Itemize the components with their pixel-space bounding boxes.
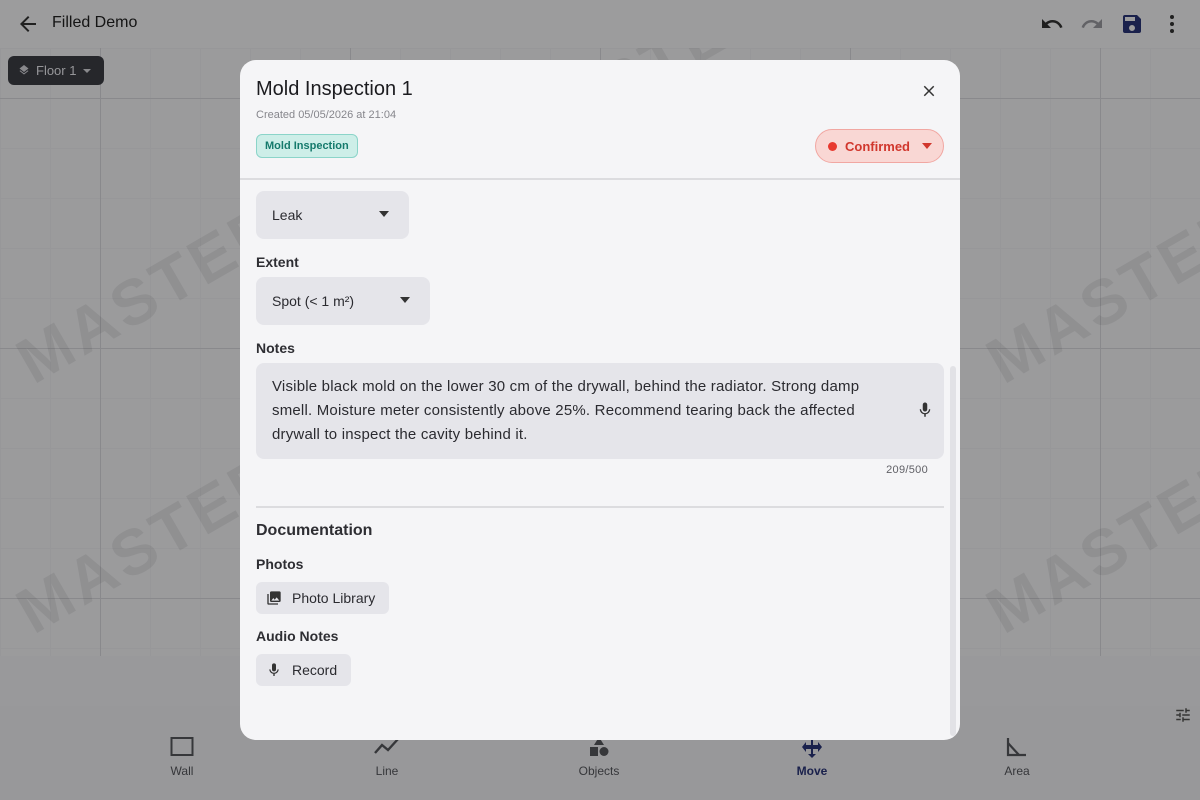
cause-select[interactable]: Leak — [256, 191, 409, 239]
photo-library-label: Photo Library — [292, 590, 376, 606]
caret-down-icon — [379, 211, 389, 217]
cause-select-value: Leak — [272, 207, 303, 223]
extent-select-value: Spot (< 1 m²) — [272, 293, 355, 309]
caret-down-icon — [922, 143, 932, 149]
dictation-mic-icon[interactable] — [916, 399, 934, 421]
dialog-title: Mold Inspection 1 — [256, 78, 413, 100]
close-button[interactable] — [916, 78, 942, 104]
photo-library-icon — [267, 591, 281, 605]
caret-down-icon — [400, 297, 410, 303]
status-dot — [828, 141, 837, 151]
notes-character-counter: 209/500 — [886, 464, 928, 476]
record-button[interactable]: Record — [256, 654, 352, 686]
close-icon — [923, 85, 935, 97]
inspection-dialog: Mold Inspection 1 Created 05/05/2026 at … — [240, 60, 960, 740]
extent-label: Extent — [256, 254, 299, 270]
record-label: Record — [292, 662, 338, 678]
documentation-heading: Documentation — [256, 522, 373, 539]
created-timestamp: Created 05/05/2026 at 21:04 — [256, 109, 397, 121]
status-dropdown[interactable]: Confirmed — [815, 129, 944, 163]
inspection-type-tag: Mold Inspection — [256, 134, 358, 158]
notes-label: Notes — [256, 340, 295, 356]
mic-icon — [269, 663, 279, 676]
notes-text: Visible black mold on the lower 30 cm of… — [272, 378, 860, 443]
status-label: Confirmed — [845, 138, 910, 154]
audio-notes-label: Audio Notes — [256, 628, 339, 644]
photos-label: Photos — [256, 556, 304, 572]
extent-select[interactable]: Spot (< 1 m²) — [256, 277, 430, 325]
photo-library-button[interactable]: Photo Library — [256, 582, 390, 614]
section-divider — [256, 506, 944, 508]
notes-textarea[interactable]: Visible black mold on the lower 30 cm of… — [256, 363, 944, 459]
header-divider — [240, 178, 960, 180]
dialog-scrollbar[interactable] — [950, 366, 956, 736]
